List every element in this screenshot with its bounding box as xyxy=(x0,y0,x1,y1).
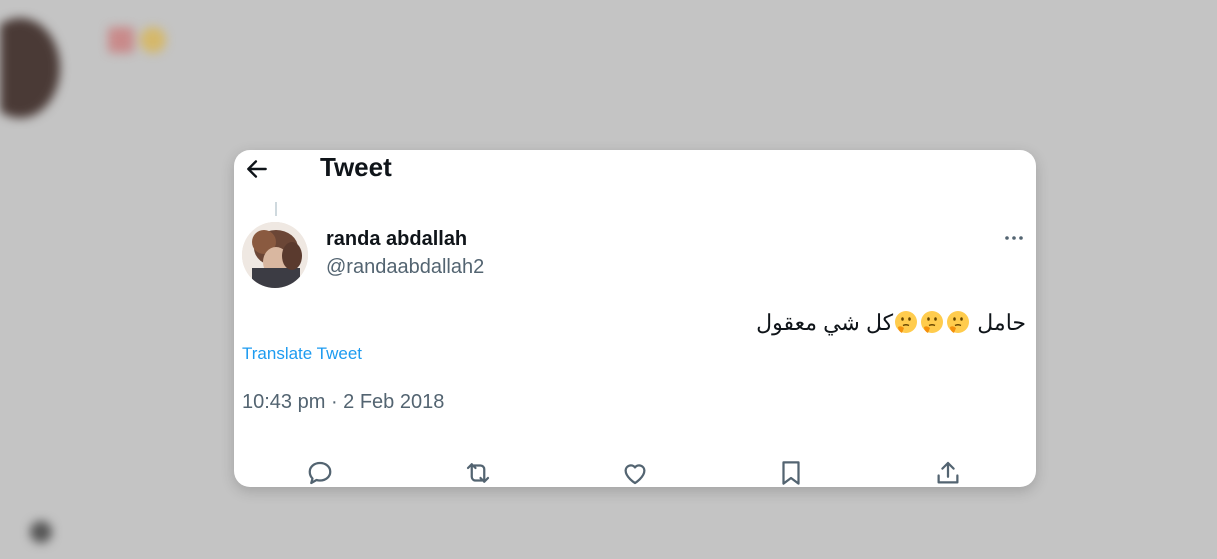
page-title: Tweet xyxy=(320,152,392,182)
share-button[interactable] xyxy=(933,458,963,487)
bookmark-button[interactable] xyxy=(776,458,806,487)
more-icon xyxy=(1005,236,1023,240)
author-name[interactable]: randa abdallah xyxy=(326,228,467,251)
author-handle[interactable]: @randaabdallah2 xyxy=(326,256,484,279)
thinking-face-icon xyxy=(947,311,970,333)
flag-icon xyxy=(108,27,134,54)
retweet-icon xyxy=(466,463,490,483)
tweet-card: Tweet randa abdallah @randaabdallah2 حام… xyxy=(234,150,1036,487)
tweet-text-tail: كل شي معقول xyxy=(756,310,894,335)
thread-line xyxy=(275,202,277,216)
reply-button[interactable] xyxy=(305,458,335,487)
thinking-face-icon xyxy=(921,311,944,333)
background-stats xyxy=(0,514,60,546)
like-icon xyxy=(624,464,646,485)
background-author-name xyxy=(98,22,166,56)
tweet-text: حامل كل شي معقول xyxy=(756,310,1026,336)
reply-icon xyxy=(308,461,332,485)
bookmark-icon xyxy=(782,461,800,485)
arrow-left-icon xyxy=(247,160,267,178)
retweet-button[interactable] xyxy=(463,458,493,487)
thinking-face-icon xyxy=(895,311,918,333)
avatar[interactable] xyxy=(242,222,308,288)
like-button[interactable] xyxy=(620,458,650,487)
dot-icon xyxy=(30,520,52,543)
share-icon xyxy=(937,461,959,484)
tweet-timestamp[interactable]: 10:43 pm · 2 Feb 2018 xyxy=(242,391,444,414)
background-avatar xyxy=(0,18,60,118)
tweet-text-main: حامل xyxy=(977,310,1026,335)
more-options-button[interactable] xyxy=(1002,226,1026,250)
avatar-photo xyxy=(242,222,308,288)
emoji-icon xyxy=(140,27,166,54)
back-button[interactable] xyxy=(244,156,270,182)
translate-tweet-link[interactable]: Translate Tweet xyxy=(242,344,362,364)
